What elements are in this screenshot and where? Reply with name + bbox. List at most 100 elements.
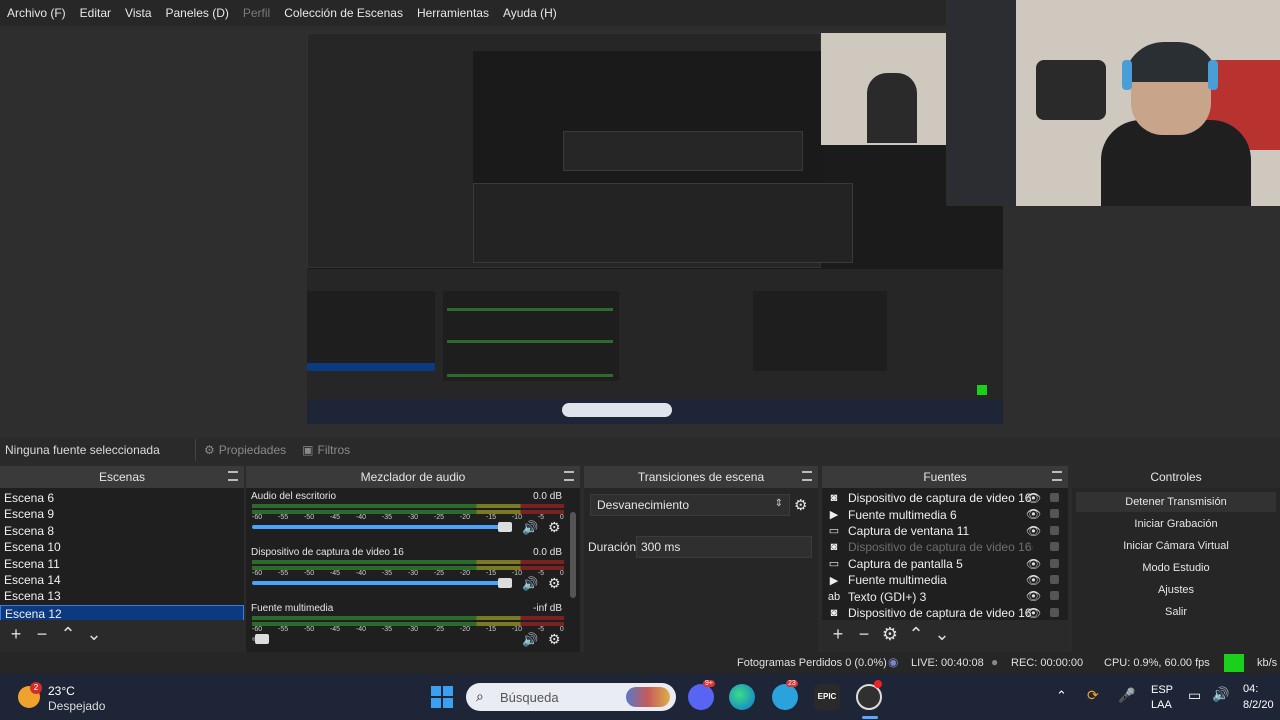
move-down-button[interactable]: ⌄ bbox=[84, 624, 104, 645]
eye-visibility-icon[interactable]: 👁 bbox=[1026, 573, 1041, 587]
transition-selected-value: Desvanecimiento bbox=[597, 498, 690, 512]
eye-visibility-icon[interactable]: 👁 bbox=[1026, 589, 1041, 603]
clock-time[interactable]: 04: bbox=[1243, 683, 1258, 695]
chevron-up-icon[interactable]: ⌃ bbox=[1056, 688, 1067, 704]
eye-visibility-icon[interactable]: 👁 bbox=[1026, 491, 1041, 505]
eye-visibility-icon[interactable]: 👁 bbox=[1026, 507, 1041, 521]
lock-icon[interactable] bbox=[1050, 493, 1059, 502]
telegram-icon[interactable]: 23 bbox=[772, 680, 798, 710]
play-icon: ▶ bbox=[829, 574, 839, 587]
slider-knob[interactable] bbox=[498, 578, 512, 588]
control-button[interactable]: Modo Estudio bbox=[1076, 558, 1276, 578]
mixer-scrollbar[interactable] bbox=[570, 512, 576, 598]
dock-menu-icon[interactable] bbox=[564, 471, 574, 481]
source-item[interactable]: ▭ Captura de ventana 11 👁 bbox=[822, 523, 1068, 539]
source-item[interactable]: ▶ Fuente multimedia 6 👁 bbox=[822, 506, 1068, 522]
language-indicator[interactable]: ESP bbox=[1151, 684, 1173, 696]
epic-label: EPIC bbox=[817, 692, 837, 701]
lock-icon[interactable] bbox=[1050, 558, 1059, 568]
source-item[interactable]: ▶ Fuente multimedia 👁 bbox=[822, 572, 1068, 588]
lock-icon[interactable] bbox=[1050, 591, 1059, 601]
menu-item-3[interactable]: Paneles (D) bbox=[159, 6, 236, 20]
scene-item[interactable]: Escena 6 bbox=[0, 490, 244, 506]
slider-knob[interactable] bbox=[498, 522, 512, 532]
move-up-button[interactable]: ⌃ bbox=[906, 624, 926, 645]
eye-visibility-icon[interactable]: 👁 bbox=[1026, 524, 1041, 538]
lock-icon[interactable] bbox=[1050, 574, 1059, 584]
taskbar-search[interactable]: ⌕ Búsqueda bbox=[466, 683, 676, 711]
control-buttons: Detener Transmisión Iniciar Grabación Inic… bbox=[1072, 488, 1280, 652]
dock-menu-icon[interactable] bbox=[1052, 471, 1062, 481]
scene-item[interactable]: Escena 9 bbox=[0, 506, 244, 522]
scene-item[interactable]: Escena 12 bbox=[0, 604, 244, 622]
eye-visibility-icon[interactable]: ◌ bbox=[1026, 540, 1033, 554]
speaker-icon[interactable]: 🔊 bbox=[522, 632, 538, 648]
windows-start-icon[interactable] bbox=[429, 684, 455, 710]
edge-browser-icon[interactable] bbox=[729, 684, 755, 710]
network-icon[interactable]: ▭ bbox=[1188, 687, 1201, 704]
move-down-button[interactable]: ⌄ bbox=[932, 624, 952, 645]
gear-icon[interactable]: ⚙ bbox=[548, 631, 561, 648]
lock-icon[interactable] bbox=[1050, 607, 1059, 617]
move-up-button[interactable]: ⌃ bbox=[58, 624, 78, 645]
preview-canvas[interactable] bbox=[307, 33, 1003, 424]
transition-settings-gear-icon[interactable]: ⚙ bbox=[794, 496, 807, 514]
menu-item-5[interactable]: Colección de Escenas bbox=[277, 6, 410, 20]
obs-studio-icon[interactable] bbox=[856, 680, 882, 710]
eye-visibility-icon[interactable]: 👁 bbox=[1026, 606, 1041, 620]
add-scene-button[interactable]: + bbox=[6, 624, 26, 645]
filters-button[interactable]: ▣ Filtros bbox=[294, 439, 358, 461]
lock-icon[interactable] bbox=[1050, 525, 1059, 535]
gear-icon[interactable]: ⚙ bbox=[548, 519, 561, 536]
speaker-icon[interactable]: 🔊 bbox=[522, 520, 538, 536]
source-item[interactable]: ◙ Dispositivo de captura de video 16 ◌ bbox=[822, 539, 1068, 555]
source-item[interactable]: ▭ Captura de pantalla 5 👁 bbox=[822, 556, 1068, 572]
add-source-button[interactable]: + bbox=[828, 624, 848, 645]
microphone-icon[interactable]: 🎤 bbox=[1118, 687, 1135, 704]
source-properties-gear-icon[interactable]: ⚙ bbox=[880, 624, 900, 645]
eye-visibility-icon[interactable]: 👁 bbox=[1026, 557, 1041, 571]
menu-item-7[interactable]: Ayuda (H) bbox=[496, 6, 564, 20]
epic-games-icon[interactable]: EPIC bbox=[814, 684, 840, 710]
volume-icon[interactable]: 🔊 bbox=[1212, 686, 1229, 703]
scene-item[interactable]: Escena 11 bbox=[0, 556, 244, 572]
speaker-icon[interactable]: 🔊 bbox=[522, 576, 538, 592]
control-button[interactable]: Detener Transmisión bbox=[1076, 492, 1276, 512]
scene-item[interactable]: Escena 10 bbox=[0, 539, 244, 555]
lock-icon[interactable] bbox=[1050, 542, 1059, 552]
scene-item[interactable]: Escena 14 bbox=[0, 572, 244, 588]
menu-item-6[interactable]: Herramientas bbox=[410, 6, 496, 20]
control-button[interactable]: Salir bbox=[1076, 602, 1276, 622]
tick-label: -50 bbox=[303, 514, 315, 521]
keyboard-layout[interactable]: LAA bbox=[1151, 699, 1172, 711]
menu-item-1[interactable]: Editar bbox=[73, 6, 118, 20]
properties-button[interactable]: ⚙ Propiedades bbox=[195, 439, 294, 461]
volume-slider[interactable] bbox=[252, 522, 512, 532]
transition-select[interactable]: Desvanecimiento ⇕ bbox=[590, 494, 790, 516]
menu-item-0[interactable]: Archivo (F) bbox=[0, 6, 73, 20]
control-button[interactable]: Iniciar Grabación bbox=[1076, 514, 1276, 534]
source-label: Dispositivo de captura de video 16 bbox=[848, 605, 1032, 620]
control-button[interactable]: Ajustes bbox=[1076, 580, 1276, 600]
source-item[interactable]: ◙ Dispositivo de captura de video 16 👁 bbox=[822, 605, 1068, 621]
source-item[interactable]: ◙ Dispositivo de captura de video 16 👁 bbox=[822, 490, 1068, 506]
slider-knob[interactable] bbox=[254, 634, 269, 644]
duration-spinbox[interactable]: 300 ms bbox=[636, 536, 812, 558]
remove-source-button[interactable]: − bbox=[854, 624, 874, 645]
volume-slider[interactable] bbox=[252, 578, 512, 588]
remove-scene-button[interactable]: − bbox=[32, 624, 52, 645]
clock-date[interactable]: 8/2/20 bbox=[1243, 699, 1274, 711]
dock-menu-icon[interactable] bbox=[228, 471, 238, 481]
scene-item[interactable]: Escena 13 bbox=[0, 588, 244, 604]
control-button[interactable]: Iniciar Cámara Virtual bbox=[1076, 536, 1276, 556]
discord-icon[interactable]: 9+ bbox=[688, 680, 715, 710]
weather-widget[interactable]: 2 23°C Despejado bbox=[16, 682, 126, 714]
lock-icon[interactable] bbox=[1050, 509, 1059, 519]
volume-slider[interactable] bbox=[252, 634, 269, 644]
sync-icon[interactable]: ⟳ bbox=[1087, 687, 1099, 704]
gear-icon[interactable]: ⚙ bbox=[548, 575, 561, 592]
menu-item-2[interactable]: Vista bbox=[118, 6, 158, 20]
dock-menu-icon[interactable] bbox=[802, 471, 812, 481]
scene-item[interactable]: Escena 8 bbox=[0, 523, 244, 539]
source-item[interactable]: ab Texto (GDI+) 3 👁 bbox=[822, 588, 1068, 604]
